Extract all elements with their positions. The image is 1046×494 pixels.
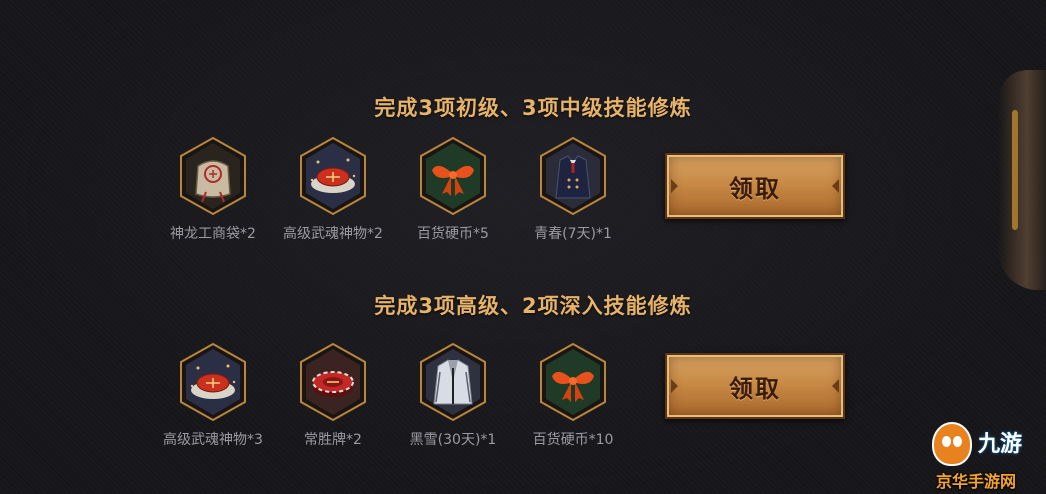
reward-label: 青春(7天)*1 xyxy=(534,226,612,242)
mascot-logo-icon xyxy=(932,422,972,466)
claim-button[interactable]: 领取 xyxy=(665,153,845,219)
section-title: 完成3项初级、3项中级技能修炼 xyxy=(374,96,692,120)
character-artwork xyxy=(998,70,1046,290)
watermark-site: 京华手游网 xyxy=(936,472,1017,491)
gift-bow-icon xyxy=(538,342,608,422)
pouch-icon xyxy=(178,136,248,216)
reward-item[interactable]: 常胜牌*2 xyxy=(268,342,398,449)
reward-item[interactable]: 高级武魂神物*3 xyxy=(148,342,278,449)
reward-label: 百货硬币*10 xyxy=(532,432,614,448)
watermark-brand: 九游 xyxy=(978,432,1023,457)
chip-icon xyxy=(298,342,368,422)
reward-item[interactable]: 黑雪(30天)*1 xyxy=(388,342,518,449)
claim-button-label: 领取 xyxy=(729,374,781,403)
gift-bow-icon xyxy=(418,136,488,216)
reward-item[interactable]: 百货硬币*5 xyxy=(388,136,518,243)
reward-label: 常胜牌*2 xyxy=(304,432,362,448)
coat-costume-icon xyxy=(418,342,488,422)
reward-label: 黑雪(30天)*1 xyxy=(409,432,497,448)
reward-item[interactable]: 神龙工商袋*2 xyxy=(148,136,278,243)
reward-item[interactable]: 百货硬币*10 xyxy=(508,342,638,449)
reward-label: 神龙工商袋*2 xyxy=(170,226,256,242)
claim-button-label: 领取 xyxy=(729,174,781,203)
reward-label: 百货硬币*5 xyxy=(417,226,489,242)
claim-button[interactable]: 领取 xyxy=(665,353,845,419)
reward-label: 高级武魂神物*2 xyxy=(283,226,383,242)
soul-plate-icon xyxy=(298,136,368,216)
reward-item[interactable]: 青春(7天)*1 xyxy=(508,136,638,243)
uniform-costume-icon xyxy=(538,136,608,216)
section-title: 完成3项高级、2项深入技能修炼 xyxy=(374,294,692,318)
reward-item[interactable]: 高级武魂神物*2 xyxy=(268,136,398,243)
soul-plate-icon xyxy=(178,342,248,422)
reward-label: 高级武魂神物*3 xyxy=(163,432,263,448)
site-watermark: 九游 京华手游网 xyxy=(922,420,1040,491)
